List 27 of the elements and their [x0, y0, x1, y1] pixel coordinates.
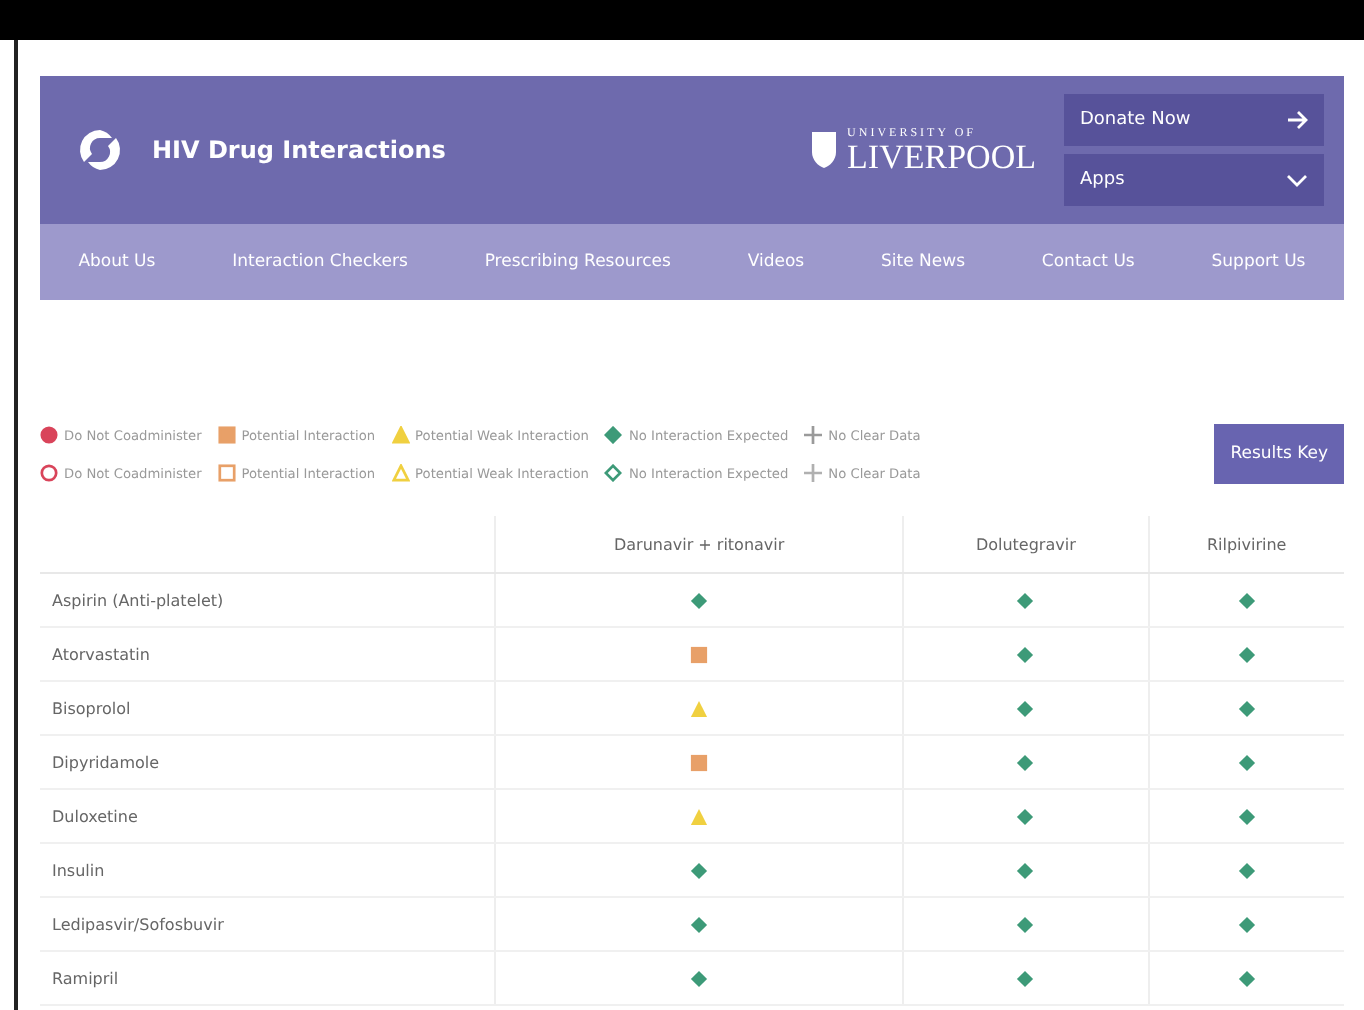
- donate-button[interactable]: Donate Now: [1064, 94, 1324, 146]
- column-header: Rilpivirine: [1148, 516, 1344, 573]
- drug-name: Atorvastatin: [40, 627, 495, 681]
- drug-name: Ledipasvir/Sofosbuvir: [40, 897, 495, 951]
- results-key-button[interactable]: Results Key: [1214, 424, 1344, 484]
- nav-link[interactable]: Videos: [747, 252, 805, 272]
- site-title: HIV Drug Interactions: [152, 136, 446, 164]
- crest-icon: [809, 130, 838, 170]
- column-header: Dolutegravir: [903, 516, 1149, 573]
- drug-name: Bisoprolol: [40, 681, 495, 735]
- swirl-logo-icon: [76, 126, 124, 174]
- nav-link[interactable]: About Us: [78, 252, 156, 272]
- drug-name: Aspirin (Anti-platelet): [40, 573, 495, 627]
- apps-dropdown[interactable]: Apps: [1064, 154, 1324, 206]
- nav-link[interactable]: Site News: [881, 252, 966, 272]
- drug-name: Dipyridamole: [40, 735, 495, 789]
- drug-name: Ramipril: [40, 951, 495, 1005]
- nav-link[interactable]: Support Us: [1211, 252, 1306, 272]
- chevron-down-icon: [1286, 172, 1308, 188]
- nav-link[interactable]: Interaction Checkers: [232, 252, 408, 272]
- arrow-right-icon: [1286, 110, 1308, 130]
- drug-name: Duloxetine: [40, 789, 495, 843]
- university-name: LIVERPOOL: [847, 139, 1036, 173]
- column-header: Darunavir + ritonavir: [495, 516, 904, 573]
- drug-name: Insulin: [40, 843, 495, 897]
- nav-link[interactable]: Contact Us: [1041, 252, 1135, 272]
- nav-link[interactable]: Prescribing Resources: [484, 252, 671, 272]
